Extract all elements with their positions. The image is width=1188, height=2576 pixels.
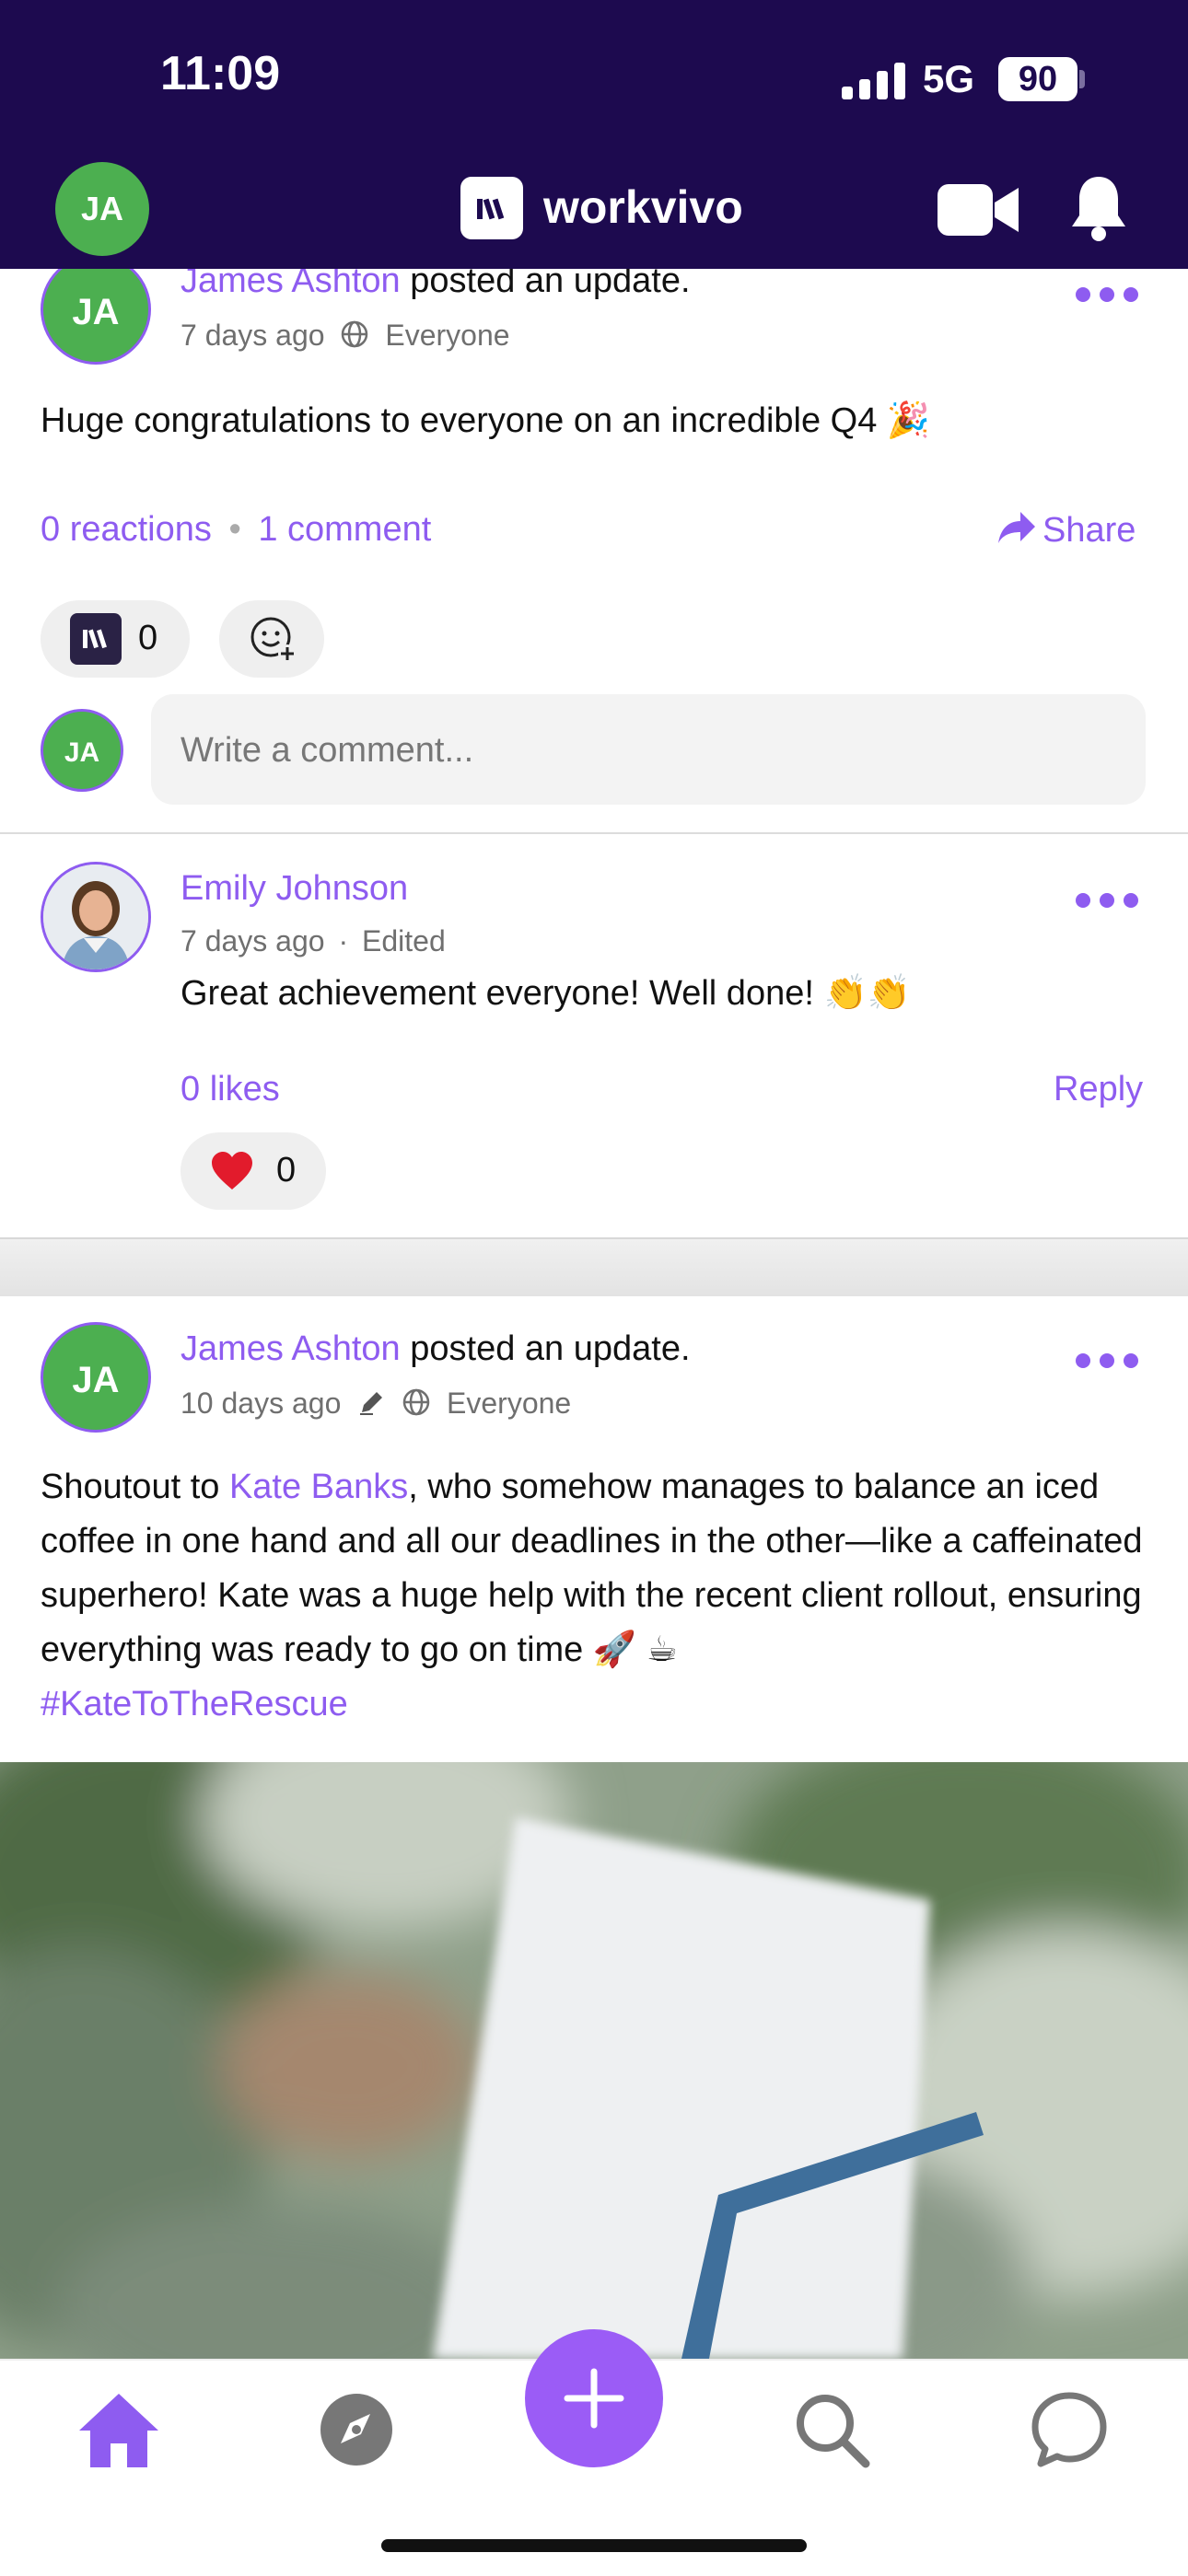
post-text: Huge congratulations to everyone on an i… xyxy=(41,401,931,440)
battery-icon: 90 xyxy=(998,57,1077,101)
reaction-count: 0 xyxy=(138,619,158,657)
comment-placeholder: Write a comment... xyxy=(181,731,474,770)
top-bar: 11:09 5G 90 JA workvivo xyxy=(0,0,1188,269)
hashtag-link[interactable]: #KateToTheRescue xyxy=(41,1685,348,1723)
globe-icon xyxy=(402,1387,431,1424)
battery-tip xyxy=(1079,70,1085,88)
commenter-avatar: JA xyxy=(41,709,123,792)
post-image[interactable] xyxy=(0,1762,1188,2359)
post-author-avatar[interactable]: JA xyxy=(41,254,151,365)
add-reaction-icon xyxy=(247,613,300,671)
pencil-icon xyxy=(358,1388,386,1423)
share-button[interactable]: Share xyxy=(996,510,1136,554)
heart-count: 0 xyxy=(276,1151,297,1189)
comment-edited: Edited xyxy=(362,924,446,957)
post-stats: 0 reactions • 1 comment xyxy=(41,510,431,550)
globe-icon xyxy=(340,319,369,356)
divider xyxy=(0,832,1188,834)
bell-icon[interactable] xyxy=(1070,171,1127,245)
signal-icon xyxy=(842,61,906,99)
add-reaction-button[interactable] xyxy=(219,600,324,678)
post-header: James Ashton posted an update. xyxy=(181,1329,691,1369)
search-icon[interactable] xyxy=(792,2390,871,2474)
comment-text: Great achievement everyone! Well done! 👏… xyxy=(181,974,912,1013)
post-time: 7 days ago xyxy=(181,319,325,352)
post-separator xyxy=(0,1237,1188,1296)
more-icon[interactable] xyxy=(1076,891,1142,910)
chat-icon[interactable] xyxy=(1030,2390,1109,2474)
workvivo-reaction-icon xyxy=(70,613,122,665)
post-audience: Everyone xyxy=(385,319,510,352)
post-text-start: Shoutout to xyxy=(41,1468,229,1506)
heart-icon xyxy=(210,1151,254,1196)
plus-icon xyxy=(564,2368,624,2429)
profile-avatar[interactable]: JA xyxy=(55,162,149,256)
video-icon[interactable] xyxy=(938,180,1020,239)
comments-count-link[interactable]: 1 comment xyxy=(258,510,431,549)
post-audience: Everyone xyxy=(447,1387,572,1420)
home-indicator xyxy=(381,2539,807,2552)
comment-author-name[interactable]: Emily Johnson xyxy=(181,869,408,909)
post-text: Shoutout to Kate Banks, who somehow mana… xyxy=(41,1460,1146,1732)
brand-name: workvivo xyxy=(543,181,743,233)
share-label: Share xyxy=(1042,511,1136,551)
create-post-button[interactable] xyxy=(525,2329,663,2467)
stats-separator: • xyxy=(228,510,241,549)
more-icon[interactable] xyxy=(1076,1352,1142,1370)
reactions-count-link[interactable]: 0 reactions xyxy=(41,510,212,549)
comment-input[interactable]: Write a comment... xyxy=(151,694,1146,805)
status-time: 11:09 xyxy=(160,47,281,100)
post-meta: 10 days ago Everyone xyxy=(181,1387,571,1424)
post-author-avatar[interactable]: JA xyxy=(41,1322,151,1433)
reaction-pill[interactable]: 0 xyxy=(41,600,190,678)
post-meta: 7 days ago Everyone xyxy=(181,319,510,356)
commenter-photo-avatar[interactable] xyxy=(41,862,151,972)
workvivo-logo-icon xyxy=(460,177,523,239)
post-time: 10 days ago xyxy=(181,1387,342,1420)
mention-link[interactable]: Kate Banks xyxy=(229,1468,408,1506)
reply-button[interactable]: Reply xyxy=(1054,1070,1143,1109)
network-label: 5G xyxy=(923,57,975,100)
more-icon[interactable] xyxy=(1076,285,1142,304)
post-action: posted an update. xyxy=(410,1329,691,1368)
heart-reaction-pill[interactable]: 0 xyxy=(181,1132,326,1210)
comment-likes-link[interactable]: 0 likes xyxy=(181,1070,280,1109)
home-icon[interactable] xyxy=(76,2390,162,2474)
compass-icon[interactable] xyxy=(319,2392,394,2472)
comment-meta: 7 days ago · Edited xyxy=(181,924,446,957)
comment-time: 7 days ago xyxy=(181,924,325,957)
post-author-name[interactable]: James Ashton xyxy=(181,1329,401,1368)
share-icon xyxy=(996,510,1037,554)
